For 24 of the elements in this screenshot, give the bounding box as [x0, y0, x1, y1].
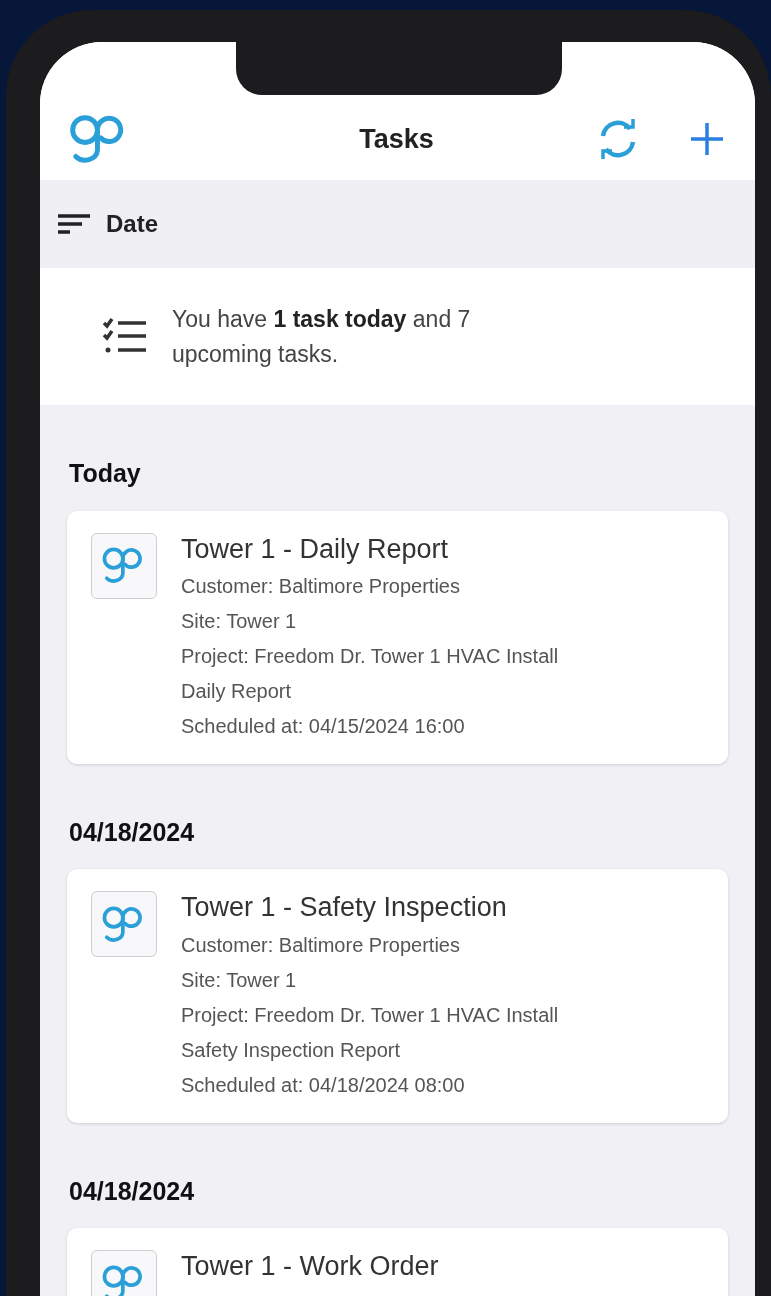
task-card[interactable]: Tower 1 - Safety Inspection Customer: Baltimore Properties Site: Tower 1 Project: Freedom Dr. Tower 1 HVAC Install Safety Inspection Report Scheduled at: 04/18/2024 08:00: [67, 869, 728, 1123]
sort-icon: [56, 213, 90, 235]
section-heading: Today: [69, 458, 142, 489]
task-detail: Safety Inspection Report: [181, 1037, 401, 1063]
task-detail: Customer: Baltimore Properties: [181, 932, 461, 958]
sort-label: Date: [106, 209, 159, 239]
task-card[interactable]: Tower 1 - Daily Report Customer: Baltimore Properties Site: Tower 1 Project: Freedom Dr. Tower 1 HVAC Install Daily Report Scheduled at: 04/15/2024 16:00: [67, 510, 728, 764]
task-detail: Project: Freedom Dr. Tower 1 HVAC Install: [181, 643, 559, 669]
task-detail: Scheduled at: 04/15/2024 16:00: [181, 713, 466, 739]
task-detail: Customer: Baltimore Properties: [181, 573, 461, 599]
summary-text: You have 1 task today and 7 upcoming tasks.: [172, 305, 472, 369]
task-detail: Project: Freedom Dr. Tower 1 HVAC Install: [181, 1002, 559, 1028]
task-title: Tower 1 - Safety Inspection: [181, 891, 508, 924]
add-icon[interactable]: [689, 121, 725, 157]
section-heading: 04/18/2024: [69, 816, 196, 848]
task-detail: Site: Tower 1: [181, 608, 298, 634]
task-title: Tower 1 - Work Order: [181, 1250, 439, 1283]
section-heading: 04/18/2024: [69, 1175, 196, 1207]
task-detail: Daily Report: [181, 678, 293, 704]
task-detail: Site: Tower 1: [181, 967, 298, 993]
task-detail: Scheduled at: 04/18/2024 08:00: [181, 1072, 466, 1098]
task-title: Tower 1 - Daily Report: [181, 532, 450, 565]
task-card[interactable]: Tower 1 - Work Order: [67, 1228, 728, 1296]
screen-title: Tasks: [359, 122, 434, 156]
